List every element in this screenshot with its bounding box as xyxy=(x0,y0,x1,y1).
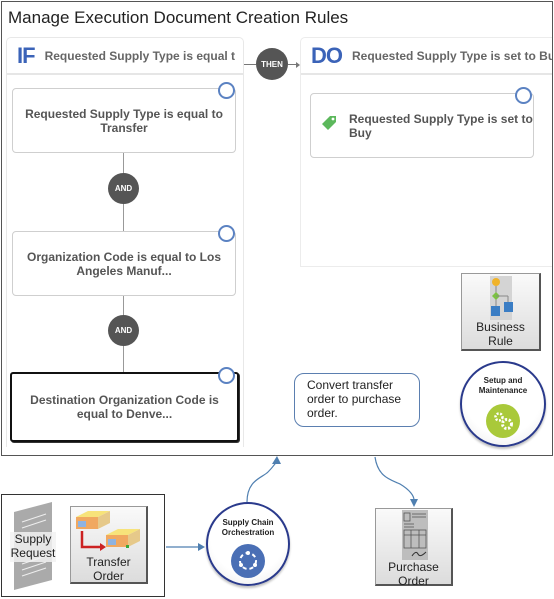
arrow-orchestration-to-rules xyxy=(246,456,281,503)
arrow-transfer-to-orchestration xyxy=(166,543,205,551)
arrow-rules-to-purchase-order xyxy=(374,456,418,507)
flow-arrows xyxy=(166,456,418,551)
